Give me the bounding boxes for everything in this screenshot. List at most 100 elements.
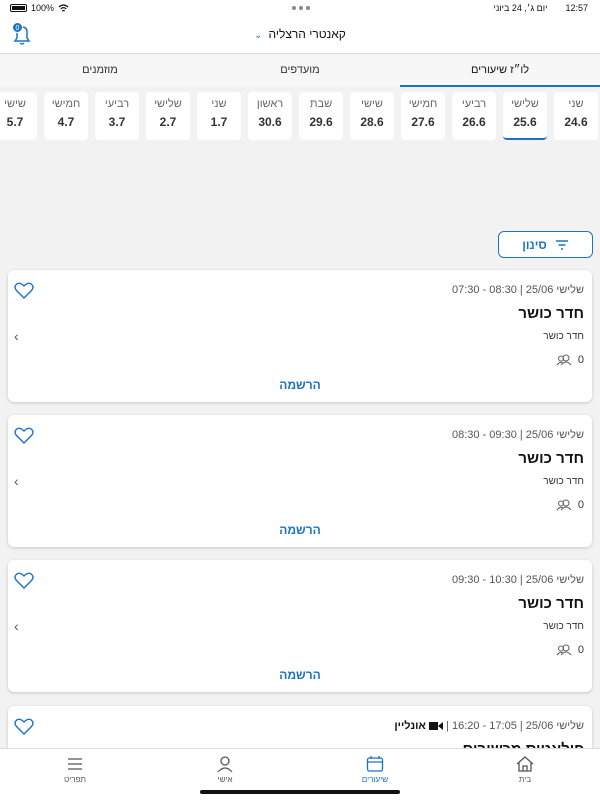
day-date: 29.6 (309, 115, 333, 129)
day-date: 28.6 (360, 115, 384, 129)
day-chip[interactable]: רביעי 26.6 (452, 92, 496, 140)
battery-level: 100% (31, 3, 55, 13)
favorite-heart-icon[interactable] (14, 282, 34, 305)
day-name: שני (568, 98, 584, 110)
day-name: רביעי (104, 98, 130, 110)
day-chip[interactable]: רביעי 3.7 (95, 92, 139, 140)
nav-home[interactable]: בית (495, 755, 555, 784)
day-chip[interactable]: שלישי 2.7 (146, 92, 190, 140)
battery-icon (10, 4, 27, 12)
filter-button[interactable]: סינון (498, 231, 593, 258)
participants-number: 0 (577, 644, 584, 656)
day-date: 2.7 (159, 115, 177, 129)
day-date: 3.7 (108, 115, 126, 129)
tab-schedule[interactable]: לו״ז שיעורים (400, 55, 600, 87)
chevron-down-icon: ⌄ (254, 30, 263, 41)
class-title: חדר כושר (518, 450, 584, 467)
class-meta: שלישי 25/06 | 08:30 - 07:30 (452, 284, 584, 296)
online-label: אונליין (394, 720, 426, 732)
class-location: חדר כושר (543, 476, 584, 487)
participants-count: 0 (556, 644, 584, 656)
class-time: שלישי 25/06 | 10:30 - 09:30 (451, 574, 584, 586)
nav-home-label: בית (518, 775, 532, 784)
class-card[interactable]: שלישי 25/06 | 10:30 - 09:30 חדר כושר חדר כ… (8, 560, 592, 692)
class-card[interactable]: שלישי 25/06 | 08:30 - 07:30 חדר כושר חדר כ… (8, 270, 592, 402)
class-meta: שלישי 25/06 | 09:30 - 08:30 (452, 429, 584, 441)
class-time: שלישי 25/06 | 17:05 - 16:20 | (446, 720, 584, 732)
chevron-left-icon[interactable]: ‹ (14, 618, 19, 634)
day-date: 25.6 (513, 115, 537, 129)
day-chip[interactable]: שני 24.6 (554, 92, 598, 140)
day-name: שלישי (154, 98, 182, 110)
filter-icon (555, 239, 568, 250)
class-title: חדר כושר (518, 305, 584, 322)
tab-bar: לו״ז שיעורים מועדפים מוזמנים (0, 55, 600, 87)
tab-invited[interactable]: מוזמנים (0, 55, 200, 87)
class-location: חדר כושר (543, 331, 584, 342)
home-icon (516, 756, 534, 772)
day-name: שלישי (511, 98, 539, 110)
class-title: חדר כושר (518, 595, 584, 612)
multitask-dots[interactable] (292, 6, 310, 10)
participants-count: 0 (556, 499, 584, 511)
day-chip[interactable]: חמישי 27.6 (401, 92, 445, 140)
nav-menu[interactable]: תפריט (45, 755, 105, 784)
day-chip[interactable]: שישי 28.6 (350, 92, 394, 140)
day-name: שני (211, 98, 227, 110)
participants-number: 0 (577, 354, 584, 366)
register-button[interactable]: הרשמה (8, 523, 592, 537)
wifi-icon (58, 3, 69, 11)
video-icon (428, 722, 443, 731)
day-chip[interactable]: שני 1.7 (197, 92, 241, 140)
club-selector[interactable]: ⌄ קאנטרי הרצליה (0, 27, 600, 41)
chevron-left-icon[interactable]: ‹ (14, 328, 19, 344)
status-time: 12:57 (565, 3, 588, 13)
day-chip[interactable]: שבת 29.6 (299, 92, 343, 140)
favorite-heart-icon[interactable] (14, 572, 34, 595)
day-name: ראשון (256, 98, 284, 110)
menu-icon (68, 758, 82, 770)
day-name: שבת (309, 98, 333, 110)
filter-label: סינון (522, 237, 547, 252)
nav-classes[interactable]: שיעורים (345, 755, 405, 784)
day-name: חמישי (408, 98, 438, 110)
users-icon (556, 499, 572, 511)
chevron-left-icon[interactable]: ‹ (14, 473, 19, 489)
day-date: 27.6 (411, 115, 435, 129)
nav-personal[interactable]: אישי (195, 755, 255, 784)
app-header: 0 ⌄ קאנטרי הרצליה (0, 16, 600, 54)
users-icon (556, 354, 572, 366)
register-button[interactable]: הרשמה (8, 378, 592, 392)
home-indicator (200, 790, 400, 794)
participants-count: 0 (556, 354, 584, 366)
day-date: 5.7 (6, 115, 24, 129)
nav-menu-label: תפריט (64, 775, 86, 784)
day-date: 4.7 (57, 115, 75, 129)
tab-favorites[interactable]: מועדפים (200, 55, 400, 87)
class-time: שלישי 25/06 | 08:30 - 07:30 (451, 284, 584, 296)
club-name: קאנטרי הרצליה (268, 27, 346, 41)
register-button[interactable]: הרשמה (8, 668, 592, 682)
calendar-icon (366, 756, 384, 772)
nav-personal-label: אישי (217, 775, 233, 784)
day-chip[interactable]: שישי 5.7 (0, 92, 37, 140)
class-time: שלישי 25/06 | 09:30 - 08:30 (451, 429, 584, 441)
day-name: שישי (4, 98, 26, 110)
day-name: רביעי (461, 98, 487, 110)
day-date: 26.6 (462, 115, 486, 129)
day-selector: שני 24.6 שלישי 25.6 רביעי 26.6 חמישי 27.6 שישי 28… (0, 90, 600, 142)
status-date: יום ג׳, 24 ביוני (493, 3, 548, 13)
class-meta: שלישי 25/06 | 17:05 - 16:20 | אונליין (394, 720, 584, 732)
class-meta: שלישי 25/06 | 10:30 - 09:30 (452, 574, 584, 586)
day-chip[interactable]: שלישי 25.6 (503, 92, 547, 140)
users-icon (556, 644, 572, 656)
day-name: שישי (361, 98, 383, 110)
status-bar: 100% יום ג׳, 24 ביוני 12:57 (0, 0, 600, 16)
user-icon (217, 756, 233, 773)
favorite-heart-icon[interactable] (14, 718, 34, 741)
class-card[interactable]: שלישי 25/06 | 09:30 - 08:30 חדר כושר חדר כ… (8, 415, 592, 547)
day-date: 30.6 (258, 115, 282, 129)
favorite-heart-icon[interactable] (14, 427, 34, 450)
day-chip[interactable]: חמישי 4.7 (44, 92, 88, 140)
day-chip[interactable]: ראשון 30.6 (248, 92, 292, 140)
